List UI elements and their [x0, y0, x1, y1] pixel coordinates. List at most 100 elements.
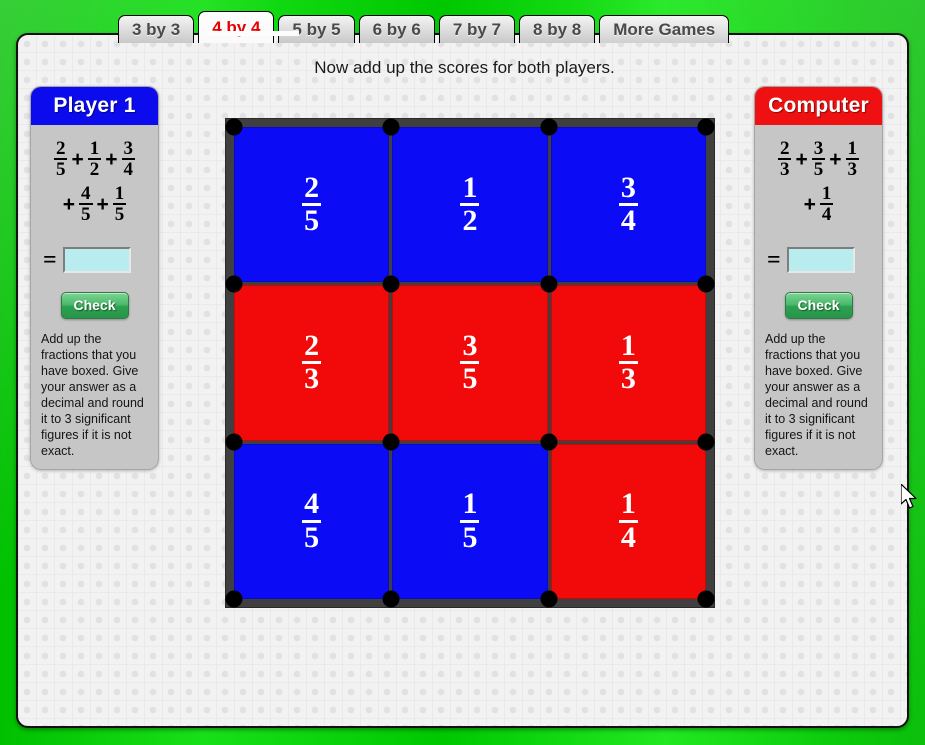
fraction-numerator: 4 — [81, 182, 91, 204]
tab-5-by-5[interactable]: 5 by 5 — [278, 15, 355, 43]
player-answer-row: = — [43, 247, 152, 274]
board-cell[interactable]: 25 — [234, 127, 390, 283]
player-fraction: 45 — [79, 182, 93, 226]
cell-fraction: 34 — [618, 170, 638, 238]
fraction-numerator: 2 — [304, 170, 320, 204]
plus-sign: + — [829, 147, 842, 171]
fraction-denominator: 4 — [618, 203, 638, 238]
player-fraction: 25 — [53, 138, 68, 181]
plus-sign: + — [62, 192, 75, 216]
tab-8-by-8[interactable]: 8 by 8 — [519, 15, 596, 43]
board-cell[interactable]: 12 — [392, 127, 548, 283]
fraction-numerator: 2 — [779, 138, 790, 159]
fraction-denominator: 5 — [53, 158, 68, 181]
plus-sign: + — [96, 192, 109, 216]
cell-fraction: 23 — [302, 328, 322, 396]
cell-fraction: 15 — [460, 487, 480, 554]
computer-check-button[interactable]: Check — [784, 291, 853, 319]
player-fraction: 15 — [112, 183, 127, 226]
player-expression-row: 2 5 +1 2 +3 4 — [39, 139, 150, 180]
board-cell[interactable]: 14 — [550, 443, 706, 599]
fraction-denominator: 4 — [618, 519, 638, 554]
plus-sign: + — [105, 147, 118, 171]
fraction-numerator: 3 — [462, 328, 478, 362]
computer-check-wrap: Check — [761, 291, 876, 319]
player-fraction: 34 — [121, 138, 136, 181]
fraction-denominator: 4 — [819, 203, 834, 226]
fraction-denominator: 5 — [460, 361, 480, 396]
fraction-numerator: 1 — [620, 487, 636, 521]
computer-equals-sign: = — [767, 246, 781, 273]
fraction-numerator: 1 — [462, 170, 478, 204]
fraction-numerator: 1 — [821, 182, 832, 204]
fraction-numerator: 1 — [462, 487, 478, 521]
fraction-denominator: 3 — [845, 158, 860, 181]
player-expression-row: +4 5 +1 5 — [39, 182, 150, 226]
fraction-denominator: 2 — [460, 203, 480, 238]
active-tab-join — [209, 31, 299, 36]
fraction-numerator: 3 — [813, 138, 824, 159]
fraction-numerator: 2 — [55, 138, 66, 159]
tab-bar: 3 by 34 by 45 by 56 by 67 by 78 by 8 More… — [118, 11, 730, 43]
board-cell[interactable]: 35 — [392, 285, 548, 441]
tab-7-by-7[interactable]: 7 by 7 — [438, 15, 516, 43]
fraction-numerator: 1 — [89, 138, 100, 159]
fraction-denominator: 5 — [811, 158, 826, 181]
fraction-numerator: 1 — [620, 328, 636, 362]
cell-fraction: 45 — [302, 489, 322, 554]
computer-fraction: 35 — [811, 138, 826, 181]
tab-6-by-6[interactable]: 6 by 6 — [358, 15, 435, 43]
player-panel: Player 1 2 5 +1 2 +3 4 +4 5 +1 5 = Check Add up t… — [30, 86, 159, 470]
tab-more-games[interactable]: More Games — [599, 15, 730, 43]
game-board-grid: 251234233513451514 — [225, 118, 715, 608]
player-answer-input[interactable] — [62, 247, 131, 273]
cell-fraction: 35 — [460, 328, 480, 396]
fraction-denominator: 3 — [618, 361, 638, 396]
fraction-denominator: 2 — [87, 158, 102, 181]
board-cell[interactable]: 13 — [550, 285, 706, 441]
computer-fraction: 23 — [777, 138, 792, 181]
fraction-denominator: 3 — [777, 158, 792, 181]
fraction-denominator: 3 — [302, 361, 322, 396]
fraction-denominator: 4 — [121, 158, 136, 181]
tab-4-by-4[interactable]: 4 by 4 — [198, 11, 275, 43]
fraction-numerator: 3 — [123, 138, 134, 159]
computer-expression-row: 2 3 +3 5 +1 3 — [763, 139, 874, 180]
game-board: 251234233513451514 — [225, 118, 715, 608]
board-cell[interactable]: 23 — [234, 285, 390, 441]
cell-fraction: 13 — [618, 328, 638, 396]
computer-panel-body: 2 3 +3 5 +1 3 +1 4 = Check Add up the fractions… — [755, 125, 882, 469]
fraction-numerator: 2 — [304, 328, 320, 362]
plus-sign: + — [803, 192, 816, 216]
tab-3-by-3[interactable]: 3 by 3 — [118, 15, 195, 43]
instruction-text: Now add up the scores for both players. — [314, 58, 615, 77]
player-equals-sign: = — [43, 246, 57, 273]
computer-panel: Computer 2 3 +3 5 +1 3 +1 4 = Check Add up the … — [754, 86, 883, 470]
fraction-denominator: 5 — [460, 519, 480, 554]
fraction-denominator: 5 — [302, 203, 322, 238]
cell-fraction: 14 — [618, 487, 638, 554]
fraction-denominator: 5 — [302, 519, 322, 554]
player-hint-text: Add up the fractions that you have boxed… — [41, 331, 144, 458]
fraction-numerator: 1 — [847, 138, 858, 159]
computer-fraction-expression: 2 3 +3 5 +1 3 +1 4 — [761, 133, 876, 233]
cell-fraction: 25 — [302, 170, 322, 238]
board-cell[interactable]: 15 — [392, 443, 548, 599]
player-panel-body: 2 5 +1 2 +3 4 +4 5 +1 5 = Check Add up the fracti… — [31, 125, 158, 469]
fraction-numerator: 3 — [620, 170, 636, 204]
fraction-denominator: 5 — [112, 203, 127, 226]
fraction-denominator: 5 — [79, 203, 93, 226]
plus-sign: + — [795, 147, 808, 171]
player-check-button[interactable]: Check — [60, 291, 129, 319]
computer-expression-row: +1 4 — [763, 182, 874, 226]
computer-panel-title: Computer — [755, 87, 882, 125]
computer-fraction: 14 — [819, 182, 834, 226]
board-cell[interactable]: 45 — [234, 443, 390, 599]
plus-sign: + — [71, 147, 84, 171]
computer-answer-row: = — [767, 247, 876, 274]
board-cell[interactable]: 34 — [550, 127, 706, 283]
player-fraction: 12 — [87, 138, 102, 181]
content-panel: Now add up the scores for both players. … — [16, 33, 909, 728]
computer-answer-input[interactable] — [786, 247, 855, 273]
cell-fraction: 12 — [460, 170, 480, 238]
